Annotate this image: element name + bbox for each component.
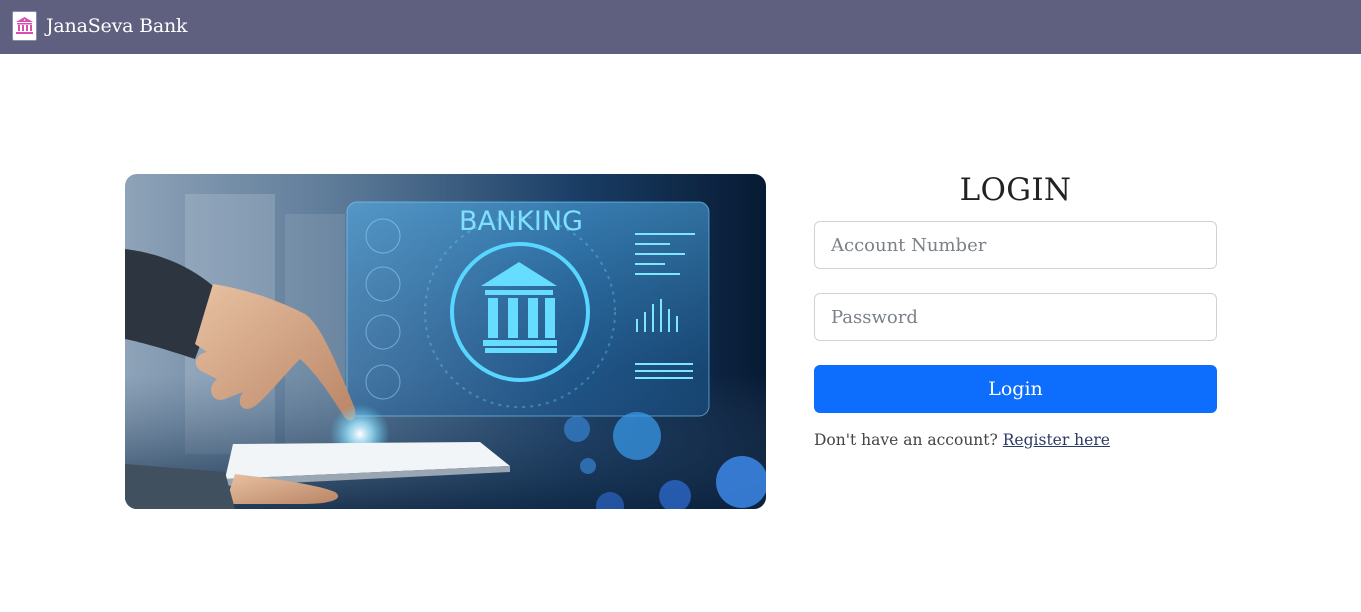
brand[interactable]: JanaSeva Bank (12, 10, 188, 42)
register-link[interactable]: Register here (1003, 431, 1110, 449)
login-title: LOGIN (959, 172, 1072, 208)
account-number-input[interactable] (814, 221, 1217, 269)
password-input[interactable] (814, 293, 1217, 341)
bank-building-icon (12, 11, 37, 41)
login-button[interactable]: Login (814, 365, 1217, 413)
hero-banking-text: BANKING (459, 206, 583, 237)
banking-hero-image: BANKING (125, 174, 766, 509)
register-prompt-text: Don't have an account? (814, 431, 998, 449)
brand-name: JanaSeva Bank (46, 15, 188, 37)
register-prompt: Don't have an account? Register here (814, 431, 1110, 449)
top-navbar: JanaSeva Bank (0, 0, 1361, 54)
